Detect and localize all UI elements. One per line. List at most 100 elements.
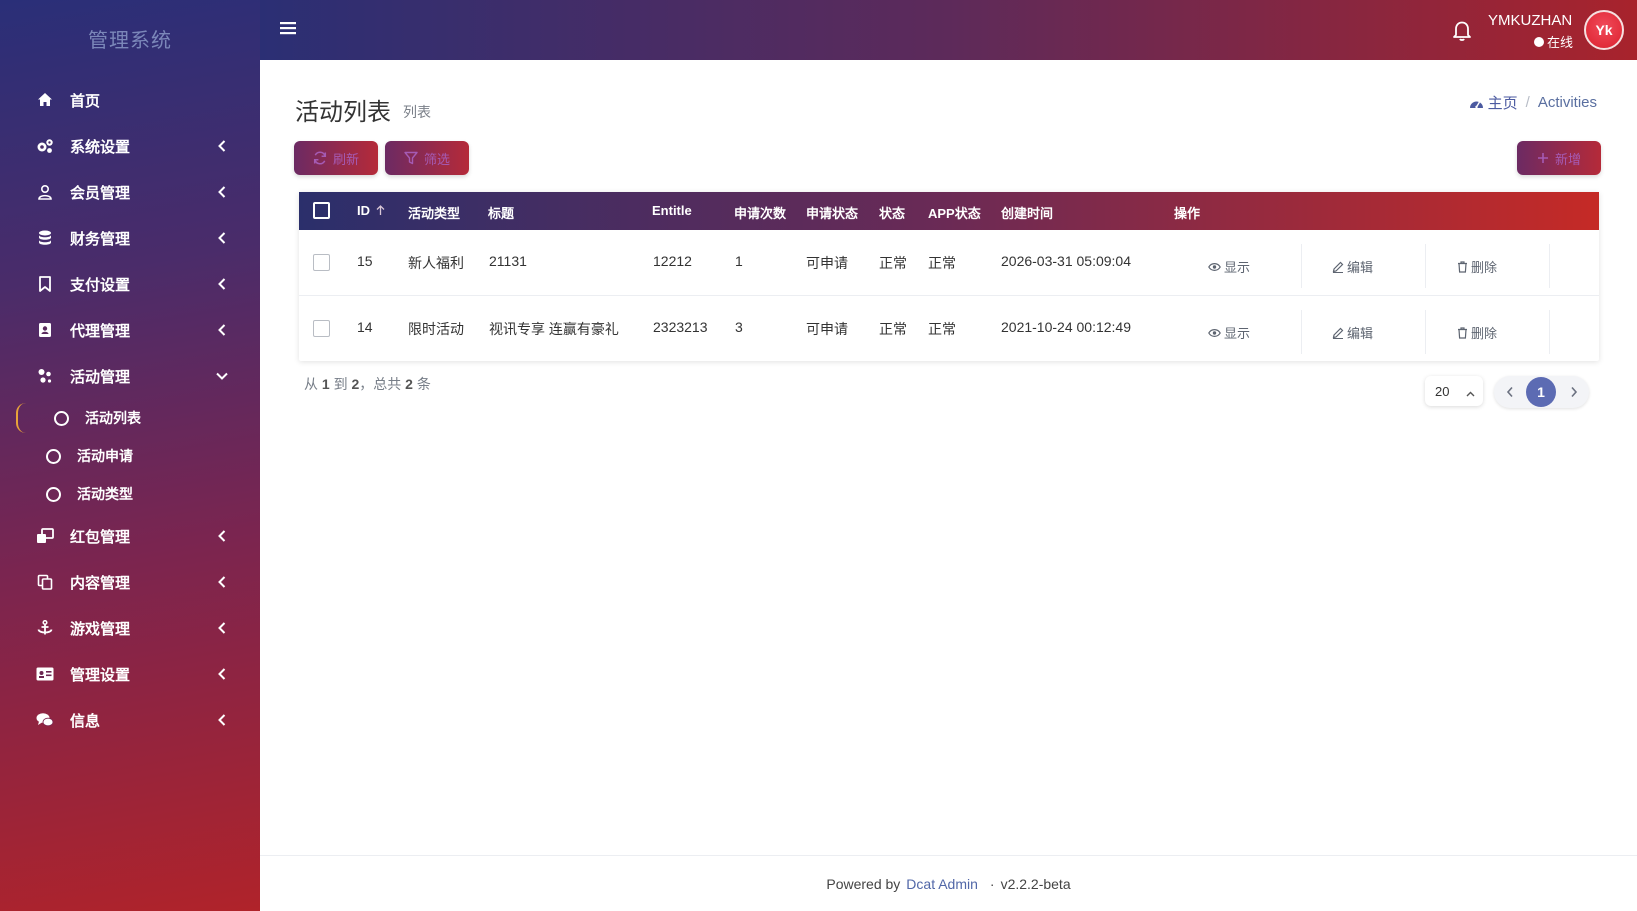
- action-divider: [1549, 244, 1550, 288]
- sidebar-nav: 首页 系统设置 会员管理 财务管理 支付设置 代理管理 活动管理 活动列表 活动…: [0, 77, 260, 743]
- main-content: 活动列表 列表 主页 / Activities 刷新 筛选 新增 ID 活动类型…: [260, 60, 1637, 855]
- sidebar-item-finance[interactable]: 财务管理: [0, 215, 260, 261]
- sidebar-item-label: 信息: [70, 712, 101, 730]
- online-status: 在线: [1534, 32, 1573, 51]
- sidebar-item-label: 代理管理: [70, 322, 131, 340]
- cell-status: 正常: [879, 255, 907, 271]
- table-header: ID 活动类型 标题 Entitle 申请次数 申请状态 状态 APP状态 创建…: [299, 192, 1599, 230]
- show-action[interactable]: 显示: [1208, 323, 1250, 342]
- sidebar-item-activities[interactable]: 活动管理: [0, 353, 260, 399]
- next-page-icon[interactable]: [1570, 385, 1582, 399]
- sidebar-item-label: 支付设置: [70, 276, 131, 294]
- filter-label: 筛选: [423, 151, 450, 167]
- column-header-apply-status: 申请状态: [806, 206, 859, 221]
- hamburger-menu-icon[interactable]: [280, 20, 296, 36]
- page-button-current[interactable]: 1: [1526, 377, 1556, 407]
- cell-apply-count: 3: [735, 319, 743, 335]
- sidebar-item-members[interactable]: 会员管理: [0, 169, 260, 215]
- delete-action[interactable]: 删除: [1457, 257, 1497, 276]
- eye-icon: [1208, 328, 1221, 338]
- pagination: 1: [1494, 376, 1589, 408]
- breadcrumb-home[interactable]: 主页: [1469, 92, 1518, 113]
- sidebar-item-label: 红包管理: [70, 528, 131, 546]
- status-dot-icon: [1534, 36, 1544, 47]
- top-navbar: YMKUZHAN 在线 Yk: [260, 0, 1637, 60]
- sidebar-subitem-label: 活动列表: [85, 410, 141, 426]
- anchor-icon: [36, 619, 54, 637]
- avatar[interactable]: Yk: [1584, 10, 1624, 50]
- chevron-left-icon: [216, 622, 228, 634]
- sidebar-subitem-label: 活动申请: [77, 448, 133, 464]
- prev-page-icon[interactable]: [1506, 385, 1518, 399]
- data-table: ID 活动类型 标题 Entitle 申请次数 申请状态 状态 APP状态 创建…: [299, 192, 1599, 361]
- table-row: 15 新人福利 21131 12212 1 可申请 正常 正常 2026-03-…: [299, 230, 1599, 296]
- action-divider: [1425, 244, 1426, 288]
- pencil-icon: [1332, 261, 1344, 273]
- database-icon: [36, 229, 54, 247]
- footer-separator: ·: [989, 875, 995, 892]
- sidebar-item-red-packets[interactable]: 红包管理: [0, 513, 260, 559]
- circle-icon: [46, 486, 61, 502]
- add-new-button[interactable]: 新增: [1517, 141, 1601, 175]
- row-checkbox[interactable]: [313, 254, 330, 271]
- select-all-checkbox[interactable]: [313, 202, 330, 219]
- sort-arrow-up-icon: [376, 205, 385, 216]
- circle-icon: [54, 410, 69, 426]
- sidebar-subitem-activity-list[interactable]: 活动列表: [0, 399, 260, 437]
- sidebar-item-label: 首页: [70, 92, 101, 110]
- column-header-status: 状态: [879, 206, 906, 221]
- footer-link[interactable]: Dcat Admin: [906, 876, 978, 892]
- column-header-actions: 操作: [1174, 206, 1201, 221]
- refresh-button[interactable]: 刷新: [294, 141, 378, 175]
- column-header-title: 标题: [488, 206, 515, 221]
- cogs-icon: [36, 367, 54, 385]
- cell-status: 正常: [879, 321, 907, 337]
- chevron-left-icon: [216, 668, 228, 680]
- cell-activity-type: 新人福利: [408, 255, 464, 271]
- sidebar-subitem-activity-types[interactable]: 活动类型: [0, 475, 260, 513]
- column-header-created-at: 创建时间: [1001, 206, 1054, 221]
- column-header-apply-count: 申请次数: [734, 206, 787, 221]
- pencil-icon: [1332, 327, 1344, 339]
- sidebar-item-label: 活动管理: [70, 368, 131, 386]
- sidebar-item-payment[interactable]: 支付设置: [0, 261, 260, 307]
- circle-icon: [46, 448, 61, 464]
- row-checkbox[interactable]: [313, 320, 330, 337]
- action-divider: [1301, 310, 1302, 354]
- delete-action[interactable]: 删除: [1457, 323, 1497, 342]
- sidebar-item-games[interactable]: 游戏管理: [0, 605, 260, 651]
- plus-icon: [1537, 152, 1549, 164]
- sidebar-item-messages[interactable]: 信息: [0, 697, 260, 743]
- chevron-left-icon: [216, 278, 228, 290]
- sidebar-item-agents[interactable]: 代理管理: [0, 307, 260, 353]
- notification-bell-icon[interactable]: [1450, 18, 1474, 42]
- filter-button[interactable]: 筛选: [385, 141, 469, 175]
- gears-icon: [36, 137, 54, 155]
- sidebar-subitem-activity-applications[interactable]: 活动申请: [0, 437, 260, 475]
- user-name[interactable]: YMKUZHAN: [1488, 12, 1572, 29]
- chevron-left-icon: [216, 186, 228, 198]
- cell-app-status: 正常: [928, 321, 956, 337]
- sidebar-item-home[interactable]: 首页: [0, 77, 260, 123]
- brand-title: 管理系统: [88, 30, 172, 52]
- action-divider: [1549, 310, 1550, 354]
- cell-activity-type: 限时活动: [408, 321, 464, 337]
- sidebar-item-admin-settings[interactable]: 管理设置: [0, 651, 260, 697]
- sidebar-item-system-settings[interactable]: 系统设置: [0, 123, 260, 169]
- edit-action[interactable]: 编辑: [1332, 257, 1373, 276]
- sidebar-item-label: 系统设置: [70, 138, 131, 156]
- page-title: 活动列表: [295, 99, 391, 126]
- column-header-id[interactable]: ID: [357, 203, 385, 218]
- sidebar-item-label: 财务管理: [70, 230, 131, 248]
- refresh-icon: [313, 151, 327, 165]
- per-page-select[interactable]: 20: [1425, 376, 1483, 406]
- cell-id: 14: [357, 319, 373, 335]
- window-icon: [36, 527, 54, 545]
- filter-icon: [404, 151, 418, 165]
- chevron-left-icon: [216, 714, 228, 726]
- show-action[interactable]: 显示: [1208, 257, 1250, 276]
- edit-action[interactable]: 编辑: [1332, 323, 1373, 342]
- pagination-summary: 从 1 到 2，总共 2 条: [304, 376, 431, 392]
- action-divider: [1425, 310, 1426, 354]
- sidebar-item-content[interactable]: 内容管理: [0, 559, 260, 605]
